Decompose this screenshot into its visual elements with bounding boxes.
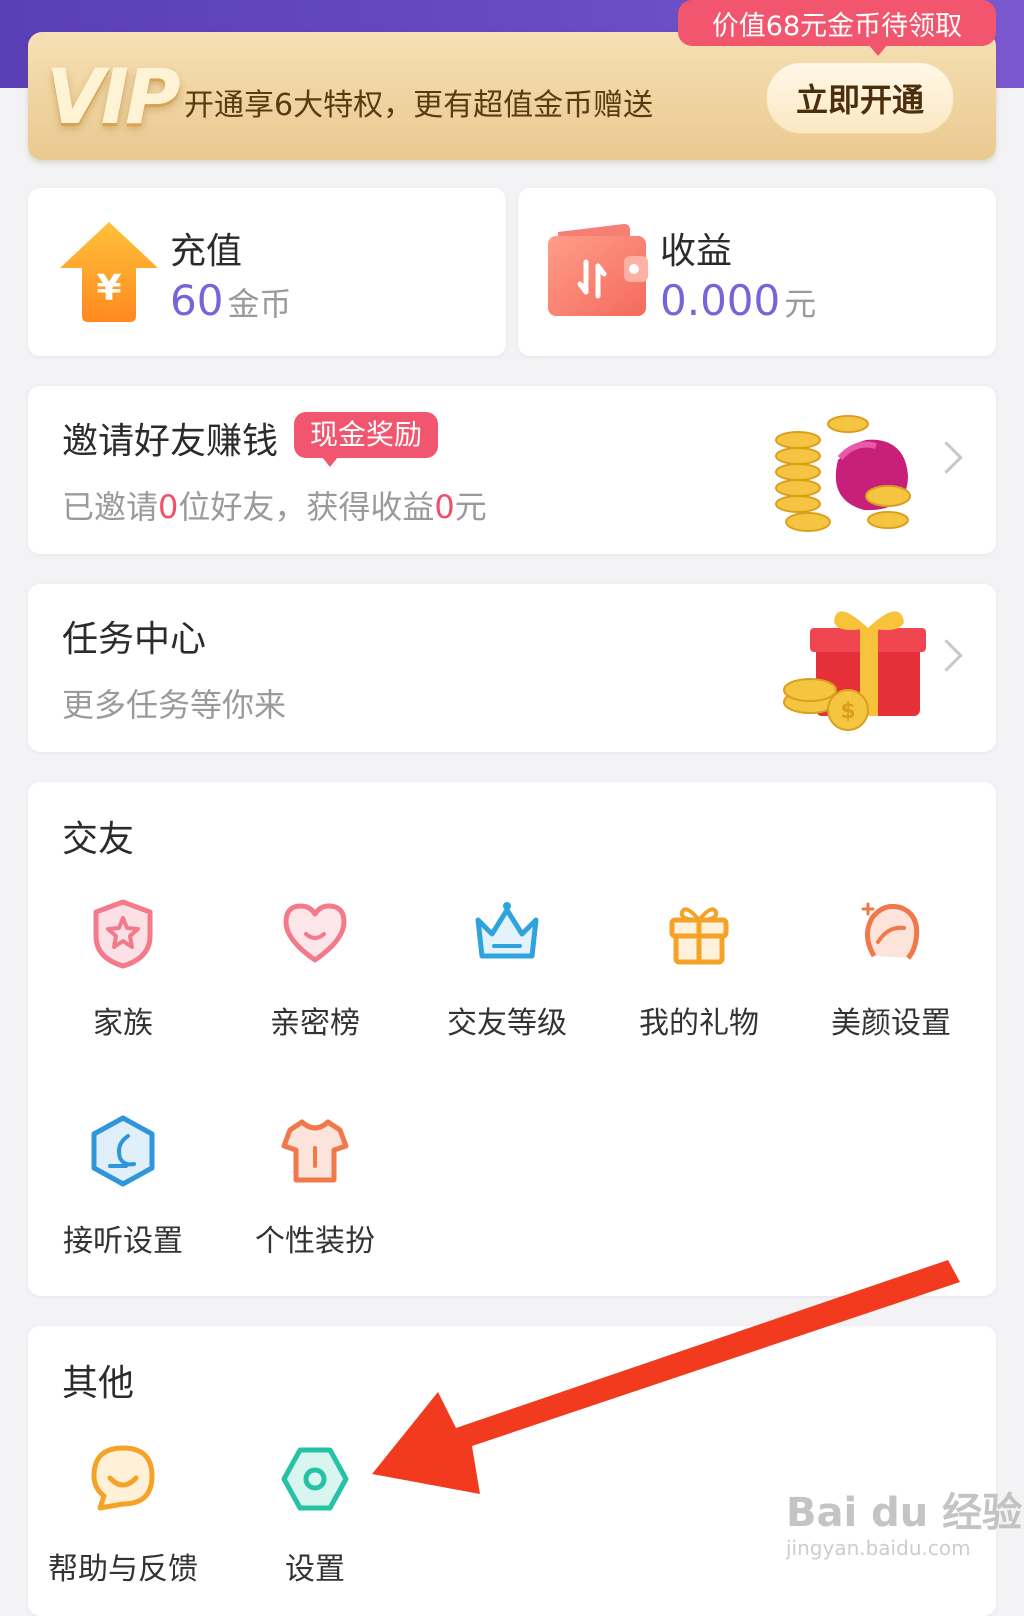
answer-label: 接听设置: [63, 1224, 183, 1259]
other-section: 其他 帮助与反馈 设置: [28, 1326, 996, 1616]
settings-label: 设置: [285, 1552, 345, 1587]
invite-title: 邀请好友赚钱: [62, 421, 279, 462]
earned-amount: 0: [434, 488, 455, 526]
svg-text:¥: ¥: [96, 268, 121, 309]
invite-sub-suffix: 元: [454, 488, 487, 526]
beauty-face-icon: [861, 902, 920, 960]
vip-open-button[interactable]: 立即开通: [766, 62, 954, 134]
crown-icon: [475, 902, 539, 959]
task-title: 任务中心: [62, 619, 207, 660]
chat-bubble-icon: [91, 1445, 155, 1511]
recharge-title: 充值: [170, 231, 243, 272]
grid-item-answer[interactable]: 接听设置: [28, 1114, 218, 1260]
family-label: 家族: [93, 1006, 153, 1041]
vip-banner[interactable]: VIP 开通享6大特权，更有超值金币赠送 立即开通: [28, 32, 996, 160]
grid-item-gifts[interactable]: 我的礼物: [604, 896, 794, 1042]
intimacy-label: 亲密榜: [270, 1006, 360, 1041]
recharge-value: 60: [170, 276, 224, 325]
other-section-title: 其他: [62, 1363, 135, 1404]
social-section-title: 交友: [62, 819, 135, 860]
help-feedback-label: 帮助与反馈: [48, 1552, 198, 1587]
recharge-amount: 60 金币: [170, 276, 291, 325]
invite-summary: 已邀请0位好友，获得收益0元: [62, 482, 487, 528]
wallet-icon: [548, 224, 648, 316]
recharge-unit: 金币: [227, 285, 292, 323]
vip-description: 开通享6大特权，更有超值金币赠送: [184, 88, 654, 123]
baidu-watermark: Bai du 经验: [786, 1490, 1023, 1536]
svg-text:$: $: [840, 699, 855, 724]
recharge-yuan-icon: ¥: [60, 222, 158, 322]
grid-item-level[interactable]: 交友等级: [412, 896, 602, 1042]
task-center-row[interactable]: 任务中心 更多任务等你来 $: [28, 584, 996, 752]
grid-item-help-feedback[interactable]: 帮助与反馈: [28, 1442, 218, 1588]
gift-box-coins-icon: $: [783, 611, 926, 731]
heart-icon: [283, 903, 347, 963]
gift-icon: [669, 907, 729, 965]
grid-item-intimacy[interactable]: 亲密榜: [220, 896, 410, 1042]
income-title: 收益: [660, 231, 733, 272]
social-section: 交友 家族 亲密榜 交友等级 我的礼物 美颜设置 接听设置 个性装扮: [28, 782, 996, 1296]
income-value: 0.000: [660, 276, 781, 325]
tshirt-icon: [281, 1119, 349, 1183]
phone-hexagon-icon: [91, 1115, 155, 1187]
money-bag-coins-icon: [775, 415, 911, 532]
income-card[interactable]: 收益 0.000 元: [518, 188, 996, 356]
baidu-watermark-url: jingyan.baidu.com: [786, 1536, 971, 1560]
grid-item-outfit[interactable]: 个性装扮: [220, 1114, 410, 1260]
invite-friends-row[interactable]: 邀请好友赚钱 现金奖励 已邀请0位好友，获得收益0元: [28, 386, 996, 554]
grid-item-beauty[interactable]: 美颜设置: [796, 896, 986, 1042]
grid-item-family[interactable]: 家族: [28, 896, 218, 1042]
vip-logo: VIP: [46, 52, 181, 141]
level-label: 交友等级: [447, 1006, 567, 1041]
beauty-label: 美颜设置: [831, 1006, 951, 1041]
family-shield-icon: [93, 899, 153, 969]
recharge-card[interactable]: ¥ 充值 60 金币: [28, 188, 506, 356]
vip-coin-tag: 价值68元金币待领取: [678, 0, 996, 56]
outfit-label: 个性装扮: [255, 1224, 375, 1259]
task-sub: 更多任务等你来: [62, 686, 287, 724]
invite-sub-middle: 位好友，获得收益: [178, 488, 435, 526]
income-amount: 0.000 元: [660, 276, 816, 325]
cash-reward-tag: 现金奖励: [294, 412, 439, 467]
grid-item-settings[interactable]: 设置: [220, 1442, 410, 1588]
gifts-label: 我的礼物: [639, 1006, 759, 1041]
settings-hexagon-icon: [281, 1447, 349, 1511]
invited-count: 0: [158, 488, 179, 526]
invite-sub-prefix: 已邀请: [62, 488, 159, 526]
income-unit: 元: [784, 285, 817, 323]
